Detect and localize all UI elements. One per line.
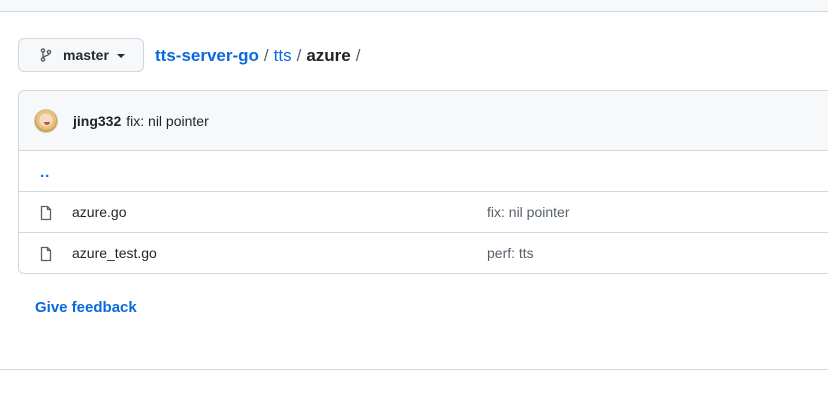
breadcrumb: tts-server-go / tts / azure / <box>155 45 366 67</box>
file-icon <box>38 205 54 226</box>
give-feedback-link[interactable]: Give feedback <box>35 299 137 316</box>
latest-commit-bar: jing332 fix: nil pointer <box>19 91 828 151</box>
git-branch-icon <box>38 47 54 63</box>
breadcrumb-repo-link[interactable]: tts-server-go <box>155 46 259 66</box>
file-commit-message-link[interactable]: perf: tts <box>487 245 534 261</box>
breadcrumb-folder-link[interactable]: tts <box>274 46 292 66</box>
avatar[interactable] <box>34 108 58 133</box>
breadcrumb-separator: / <box>296 46 302 65</box>
file-icon <box>38 246 54 267</box>
commit-message-link[interactable]: fix: nil pointer <box>126 113 208 129</box>
parent-directory-row: .. <box>19 151 828 192</box>
breadcrumb-current-folder: azure <box>306 46 351 65</box>
file-name-link[interactable]: azure.go <box>72 204 126 220</box>
commit-author-link[interactable]: jing332 <box>73 113 121 129</box>
branch-selector-button[interactable]: master <box>18 38 144 72</box>
file-list-box: jing332 fix: nil pointer .. azure.go fix… <box>18 90 828 274</box>
breadcrumb-separator: / <box>263 46 269 65</box>
bottom-divider <box>0 369 828 370</box>
parent-directory-link[interactable]: .. <box>40 164 50 181</box>
breadcrumb-separator: / <box>355 46 361 65</box>
table-row: azure_test.go perf: tts <box>19 233 828 273</box>
file-name-link[interactable]: azure_test.go <box>72 245 157 261</box>
file-commit-message-link[interactable]: fix: nil pointer <box>487 204 569 220</box>
branch-name: master <box>63 47 109 63</box>
top-divider <box>0 0 828 12</box>
chevron-down-icon <box>116 54 125 58</box>
table-row: azure.go fix: nil pointer <box>19 192 828 233</box>
